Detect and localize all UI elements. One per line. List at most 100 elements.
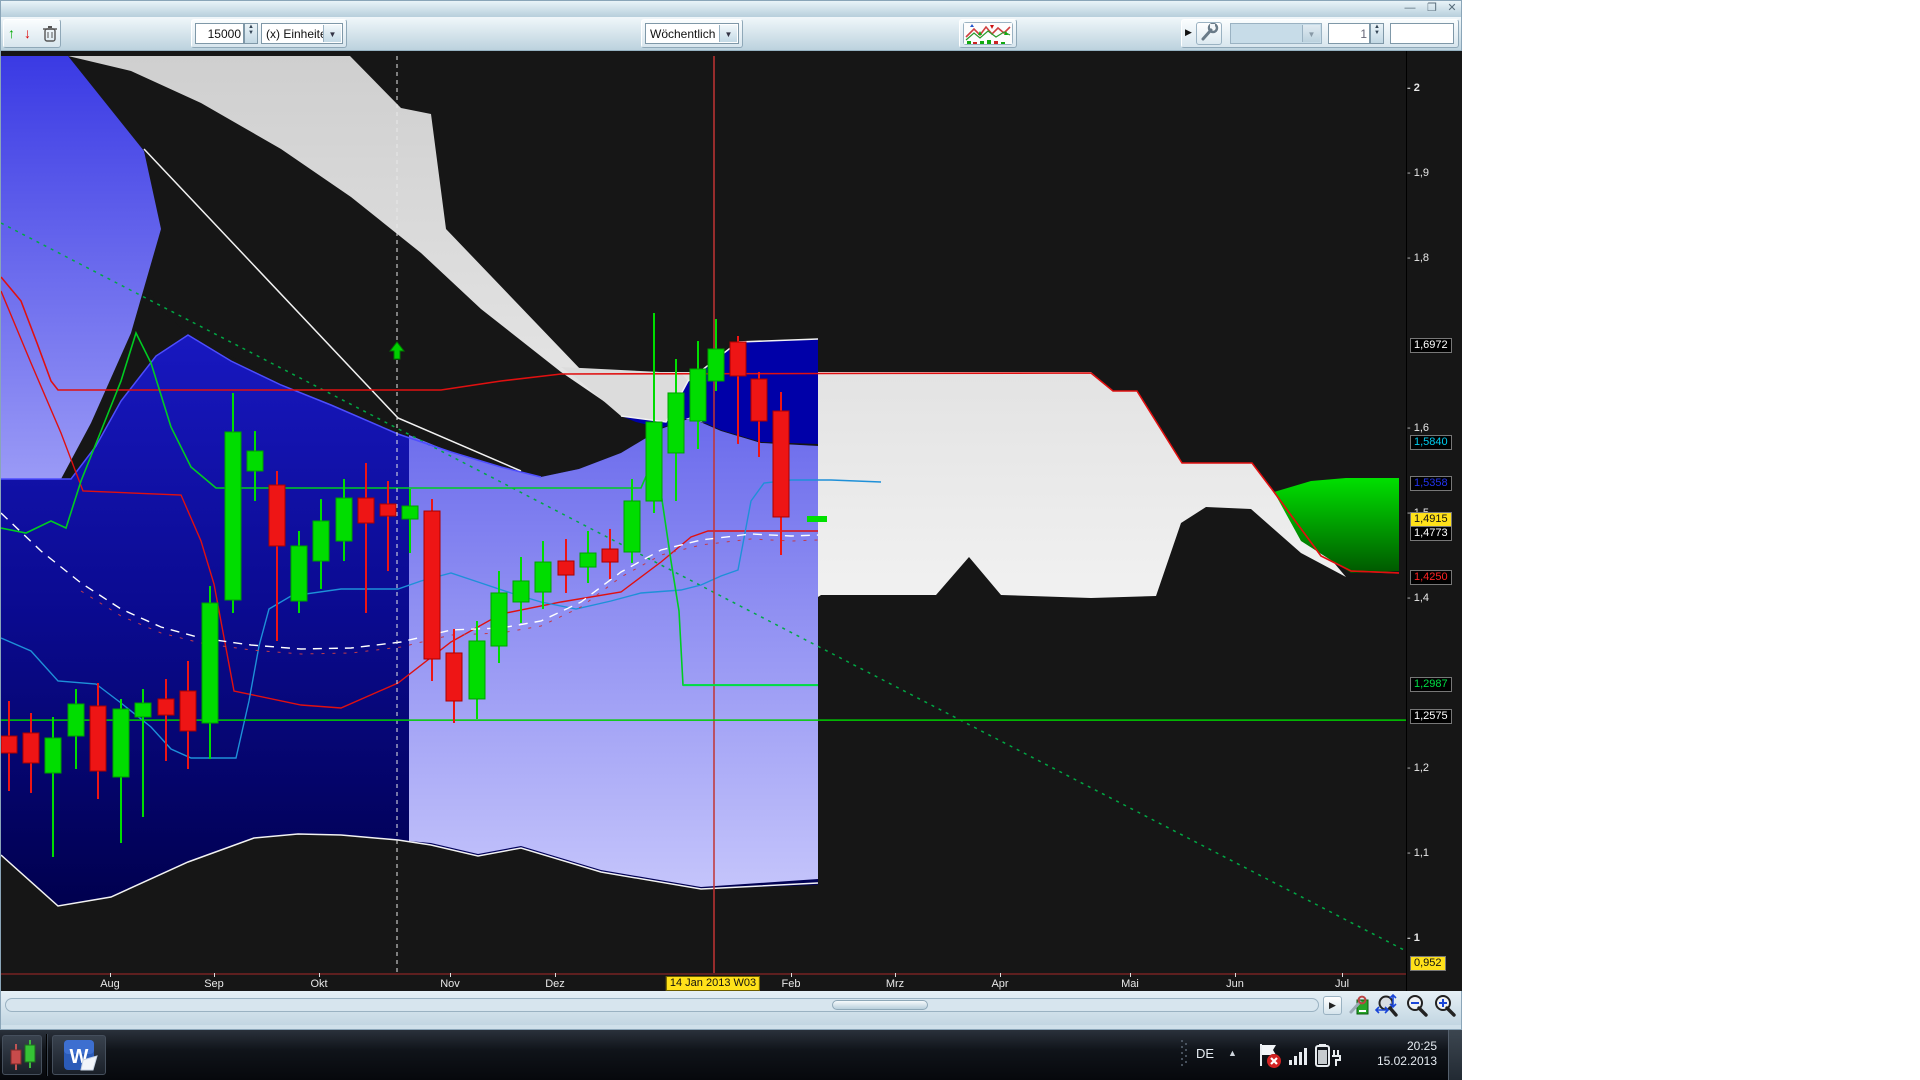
price-badge: 0,952 xyxy=(1410,956,1446,971)
sell-arrow-icon[interactable]: ↓ xyxy=(24,25,31,41)
candle-bearish xyxy=(773,411,789,517)
candle-bearish xyxy=(23,733,39,763)
date-label: Jun xyxy=(1226,978,1244,990)
action-center-flag-icon[interactable] xyxy=(1256,1042,1284,1070)
candle-bullish xyxy=(646,422,662,501)
date-tick xyxy=(555,973,556,977)
price-tick-label: - 2 xyxy=(1407,82,1420,94)
candle-bearish xyxy=(730,342,746,376)
close-button[interactable]: ✕ xyxy=(1441,2,1463,15)
minimize-button[interactable]: — xyxy=(1399,2,1421,15)
zoom-out-icon[interactable] xyxy=(1405,994,1429,1018)
candle-bullish xyxy=(491,593,507,646)
units-dropdown-arrow-icon[interactable]: ▼ xyxy=(323,25,341,42)
price-axis[interactable]: - 2- 1,9- 1,8- 1,6- 1,5- 1,4- 1,2- 1,1- … xyxy=(1406,51,1462,991)
quantity-group: 15000 ▲▼ (x) Einheiten ▼ xyxy=(191,19,347,48)
title-bar[interactable]: — ❐ ✕ xyxy=(1,1,1461,17)
zoom-in-icon[interactable] xyxy=(1433,994,1457,1018)
quantity-stepper[interactable]: ▲▼ xyxy=(244,23,258,44)
candle-bullish xyxy=(45,738,61,773)
units-dropdown[interactable]: (x) Einheiten ▼ xyxy=(261,23,343,44)
network-signal-icon[interactable] xyxy=(1288,1044,1312,1068)
search-textbox[interactable] xyxy=(1390,23,1454,44)
price-tick-label: - 1,9 xyxy=(1407,167,1429,179)
candle-bullish xyxy=(402,506,418,519)
horizontal-scrollbar[interactable] xyxy=(5,998,1319,1012)
candle-bullish xyxy=(668,393,684,453)
period-group: Wöchentlich ▼ xyxy=(641,19,743,48)
period-dropdown-value: Wöchentlich xyxy=(650,27,715,41)
date-label: Mrz xyxy=(886,978,904,990)
price-tick-label: - 1 xyxy=(1407,932,1420,944)
restore-button[interactable]: ❐ xyxy=(1421,2,1443,15)
period-dropdown[interactable]: Wöchentlich ▼ xyxy=(645,23,739,44)
symbol-dropdown[interactable]: ▼ xyxy=(1230,23,1322,44)
chart-scroll-row: ▶ xyxy=(1,991,1461,1025)
price-tick-label: - 1,6 xyxy=(1407,422,1429,434)
date-tick xyxy=(214,973,215,977)
toolbar: ↑ ↓ 15000 ▲▼ (x) Einheiten ▼ Wöchentlich… xyxy=(1,17,1461,51)
candle-bullish xyxy=(225,432,241,600)
candle-bullish xyxy=(313,521,329,561)
date-tick xyxy=(1235,973,1236,977)
zoom-fit-icon[interactable] xyxy=(1375,994,1399,1018)
language-indicator[interactable]: DE xyxy=(1196,1046,1214,1061)
clock[interactable]: 20:25 15.02.2013 xyxy=(1345,1039,1437,1069)
candle-bearish xyxy=(269,485,285,546)
chart-plot-area[interactable] xyxy=(1,51,1406,973)
power-battery-icon[interactable] xyxy=(1314,1042,1344,1070)
candle-bullish xyxy=(690,369,706,421)
candle-bullish xyxy=(535,562,551,592)
taskbar-item-word[interactable]: W xyxy=(52,1035,106,1075)
word-icon: W xyxy=(53,1036,105,1074)
wrench-icon xyxy=(1197,23,1221,44)
candle-bullish xyxy=(708,349,724,381)
date-tick xyxy=(1000,973,1001,977)
candle-bearish xyxy=(558,561,574,575)
candle-bullish xyxy=(513,581,529,602)
candlestick-chart xyxy=(1,51,1406,973)
scrollbar-thumb[interactable] xyxy=(832,1000,928,1010)
symbol-dropdown-arrow-icon: ▼ xyxy=(1302,25,1320,42)
price-tick-label: - 1,2 xyxy=(1407,762,1429,774)
collapse-panel-arrow-icon[interactable]: ▶ xyxy=(1185,27,1192,38)
taskbar: W DE ▲ 20:25 15.02.2013 xyxy=(0,1030,1462,1080)
buy-arrow-icon[interactable]: ↑ xyxy=(8,25,15,41)
candle-bearish xyxy=(158,699,174,715)
app-window: — ❐ ✕ ↑ ↓ 15000 ▲▼ (x) Einheiten ▼ W xyxy=(0,0,1462,1030)
date-tick xyxy=(110,973,111,977)
count-input[interactable]: 1 xyxy=(1328,23,1370,44)
chart-settings-icon[interactable] xyxy=(1347,994,1371,1018)
price-badge: 1,4773 xyxy=(1410,526,1452,541)
price-badge: 1,6972 xyxy=(1410,338,1452,353)
period-dropdown-arrow-icon[interactable]: ▼ xyxy=(719,25,737,42)
taskbar-item-chart-app[interactable] xyxy=(2,1035,42,1075)
candle-bullish xyxy=(624,501,640,552)
last-price-tick xyxy=(807,516,827,522)
order-buttons-group: ↑ ↓ xyxy=(3,19,61,48)
trash-icon[interactable] xyxy=(42,24,58,43)
candlestick-app-icon xyxy=(3,1036,41,1074)
price-badge: 1,2575 xyxy=(1410,709,1452,724)
candle-bullish xyxy=(291,546,307,601)
scroll-right-button[interactable]: ▶ xyxy=(1323,996,1342,1015)
price-tick-label: - 1,1 xyxy=(1407,847,1429,859)
selected-date-badge: 14 Jan 2013 W03 xyxy=(666,976,760,991)
hidden-icons-caret[interactable]: ▲ xyxy=(1228,1048,1237,1058)
right-tools-group: ▶ ▼ 1 ▲▼ xyxy=(1181,19,1459,48)
date-tick xyxy=(791,973,792,977)
date-label: Apr xyxy=(991,978,1008,990)
price-tick-label: - 1,4 xyxy=(1407,592,1429,604)
candle-bearish xyxy=(1,736,17,753)
settings-wrench-button[interactable] xyxy=(1196,22,1222,45)
quantity-input[interactable]: 15000 xyxy=(195,23,244,44)
chart-type-button[interactable] xyxy=(963,22,1013,45)
date-label: Mai xyxy=(1121,978,1139,990)
candle-bearish xyxy=(424,511,440,659)
forecast-green-blob xyxy=(1274,478,1399,573)
date-label: Aug xyxy=(100,978,120,990)
price-badge: 1,5358 xyxy=(1410,476,1452,491)
candle-bearish xyxy=(180,691,196,731)
show-desktop-button[interactable] xyxy=(1448,1030,1462,1080)
count-stepper[interactable]: ▲▼ xyxy=(1370,23,1384,44)
